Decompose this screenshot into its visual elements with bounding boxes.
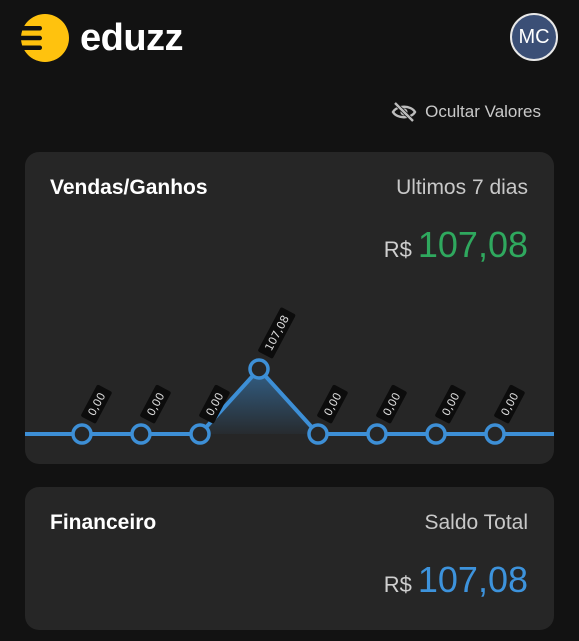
chart-point[interactable]	[484, 423, 506, 445]
eduzz-logo-icon	[14, 14, 69, 62]
sales-period-label: Ultimos 7 dias	[396, 176, 528, 199]
chart-point[interactable]	[307, 423, 329, 445]
app-header: eduzz MC	[0, 0, 579, 80]
finance-card[interactable]: Financeiro Saldo Total R$ 107,08	[25, 487, 554, 630]
finance-amount-value: 107,08	[417, 559, 528, 600]
sales-amount: R$ 107,08	[384, 224, 528, 266]
brand-name: eduzz	[80, 17, 184, 59]
chart-point[interactable]	[130, 423, 152, 445]
sales-card-title: Vendas/Ganhos	[50, 176, 208, 199]
eye-off-icon	[391, 101, 417, 123]
chart-point[interactable]	[248, 358, 270, 380]
sales-currency: R$	[383, 237, 412, 262]
finance-card-title: Financeiro	[50, 511, 157, 534]
sales-card[interactable]: Vendas/Ganhos Ultimos 7 dias R$ 107,08	[25, 152, 554, 464]
chart-point[interactable]	[189, 423, 211, 445]
hide-values-toggle[interactable]: Ocultar Valores	[391, 101, 541, 123]
eduzz-logo[interactable]: eduzz	[14, 13, 184, 63]
total-balance-label: Saldo Total	[424, 511, 528, 534]
chart-point[interactable]	[71, 423, 93, 445]
hide-values-label: Ocultar Valores	[425, 102, 541, 121]
user-avatar[interactable]: MC	[510, 13, 558, 61]
finance-amount: R$ 107,08	[384, 559, 528, 601]
finance-currency: R$	[383, 572, 412, 597]
chart-point[interactable]	[366, 423, 388, 445]
chart-point[interactable]	[425, 423, 447, 445]
sales-amount-value: 107,08	[417, 224, 528, 265]
